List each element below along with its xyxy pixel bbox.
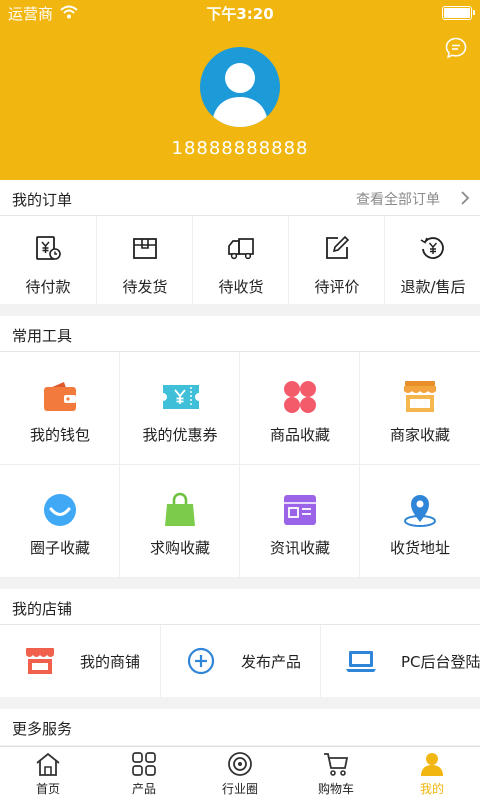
order-item-label: 待付款 [25,278,71,296]
shopping-bag-icon [165,492,195,526]
tool-label: 商家收藏 [389,426,450,444]
tool-label: 资讯收藏 [269,539,330,557]
cart-icon [324,753,349,776]
tool-coupon[interactable]: 我的优惠券 [120,352,240,465]
circle-icon [228,752,252,776]
wallet-clock-icon [36,236,61,260]
tool-purchase-favorites[interactable]: 求购收藏 [120,465,240,578]
profile-header: 运营商 下午3:20 18888888888 [0,0,480,180]
tab-cart[interactable]: 购物车 [288,747,384,800]
wallet-icon [44,382,76,411]
tab-label: 首页 [35,782,60,796]
tool-label: 圈子收藏 [29,539,90,557]
shop-header: 我的店铺 [0,589,480,625]
refund-icon [420,237,444,259]
tab-label: 产品 [131,782,156,796]
box-icon [133,238,157,259]
tab-industry-circle[interactable]: 行业圈 [192,747,288,800]
order-item-label: 待收货 [218,278,264,296]
avatar[interactable] [200,47,280,127]
tools-grid: 我的钱包 我的优惠券 商品收藏 商家收藏 圈子收藏 求购收藏 资讯收藏 收货地址 [0,352,480,578]
battery-icon [442,6,475,20]
view-all-orders-link[interactable]: 查看全部订单 [356,189,440,209]
order-pending-receipt[interactable]: 待收货 [192,216,288,304]
tab-home[interactable]: 首页 [0,747,96,800]
user-icon [421,753,443,776]
shop-item-label: PC后台登陆 [401,653,480,671]
tool-merchant-favorites[interactable]: 商家收藏 [360,352,480,465]
laptop-icon [346,651,376,672]
tool-label: 我的优惠券 [142,426,218,444]
location-pin-icon [404,495,436,527]
order-refund[interactable]: 退款/售后 [384,216,480,304]
home-icon [36,752,60,776]
tab-label: 行业圈 [221,782,258,796]
clover-icon [284,381,316,413]
tab-label: 我的 [419,782,444,796]
tab-me[interactable]: 我的 [384,747,480,800]
tools-header: 常用工具 [0,316,480,352]
tool-product-favorites[interactable]: 商品收藏 [240,352,360,465]
shop-item-label: 我的商铺 [80,653,141,671]
order-pending-payment[interactable]: 待付款 [0,216,96,304]
truck-icon [228,238,254,260]
order-item-label: 退款/售后 [400,278,466,296]
user-phone: 18888888888 [171,138,309,159]
storefront-icon [26,648,54,674]
tool-news-favorites[interactable]: 资讯收藏 [240,465,360,578]
shop-item-label: 发布产品 [241,653,302,671]
order-item-label: 待评价 [314,278,360,296]
user-silhouette-icon [212,63,268,127]
more-services-title: 更多服务 [12,720,73,738]
edit-icon [326,235,350,259]
more-services-header: 更多服务 [0,709,480,745]
tool-shipping-address[interactable]: 收货地址 [360,465,480,578]
news-icon [284,495,316,525]
status-time: 下午3:20 [206,5,274,23]
my-store-button[interactable]: 我的商铺 [0,625,160,697]
orders-title: 我的订单 [12,191,73,209]
store-icon [404,381,436,412]
shop-row: 我的商铺 发布产品 PC后台登陆 [0,625,480,697]
chevron-right-icon [461,191,470,205]
order-pending-shipment[interactable]: 待发货 [96,216,192,304]
tools-title: 常用工具 [12,327,73,345]
shop-title: 我的店铺 [12,600,73,618]
tool-wallet[interactable]: 我的钱包 [0,352,120,465]
smile-circle-icon [44,494,76,526]
publish-product-button[interactable]: 发布产品 [160,625,320,697]
message-icon[interactable] [444,36,468,60]
order-item-label: 待发货 [122,278,168,296]
status-bar: 运营商 下午3:20 [0,0,480,26]
add-circle-icon [187,647,215,675]
grid-icon [132,752,156,776]
orders-header[interactable]: 我的订单 查看全部订单 [0,180,480,216]
pc-backend-login-button[interactable]: PC后台登陆 [320,625,480,697]
coupon-icon [163,385,199,409]
order-status-row: 待付款 待发货 待收货 待评价 退款/售后 [0,216,480,304]
tab-products[interactable]: 产品 [96,747,192,800]
tab-label: 购物车 [317,782,354,796]
tool-label: 求购收藏 [149,539,210,557]
tool-label: 收货地址 [389,539,450,557]
tool-circle-favorites[interactable]: 圈子收藏 [0,465,120,578]
tool-label: 我的钱包 [29,426,90,444]
tool-label: 商品收藏 [269,426,330,444]
bottom-tab-bar: 首页 产品 行业圈 购物车 我的 [0,746,480,800]
order-pending-review[interactable]: 待评价 [288,216,384,304]
